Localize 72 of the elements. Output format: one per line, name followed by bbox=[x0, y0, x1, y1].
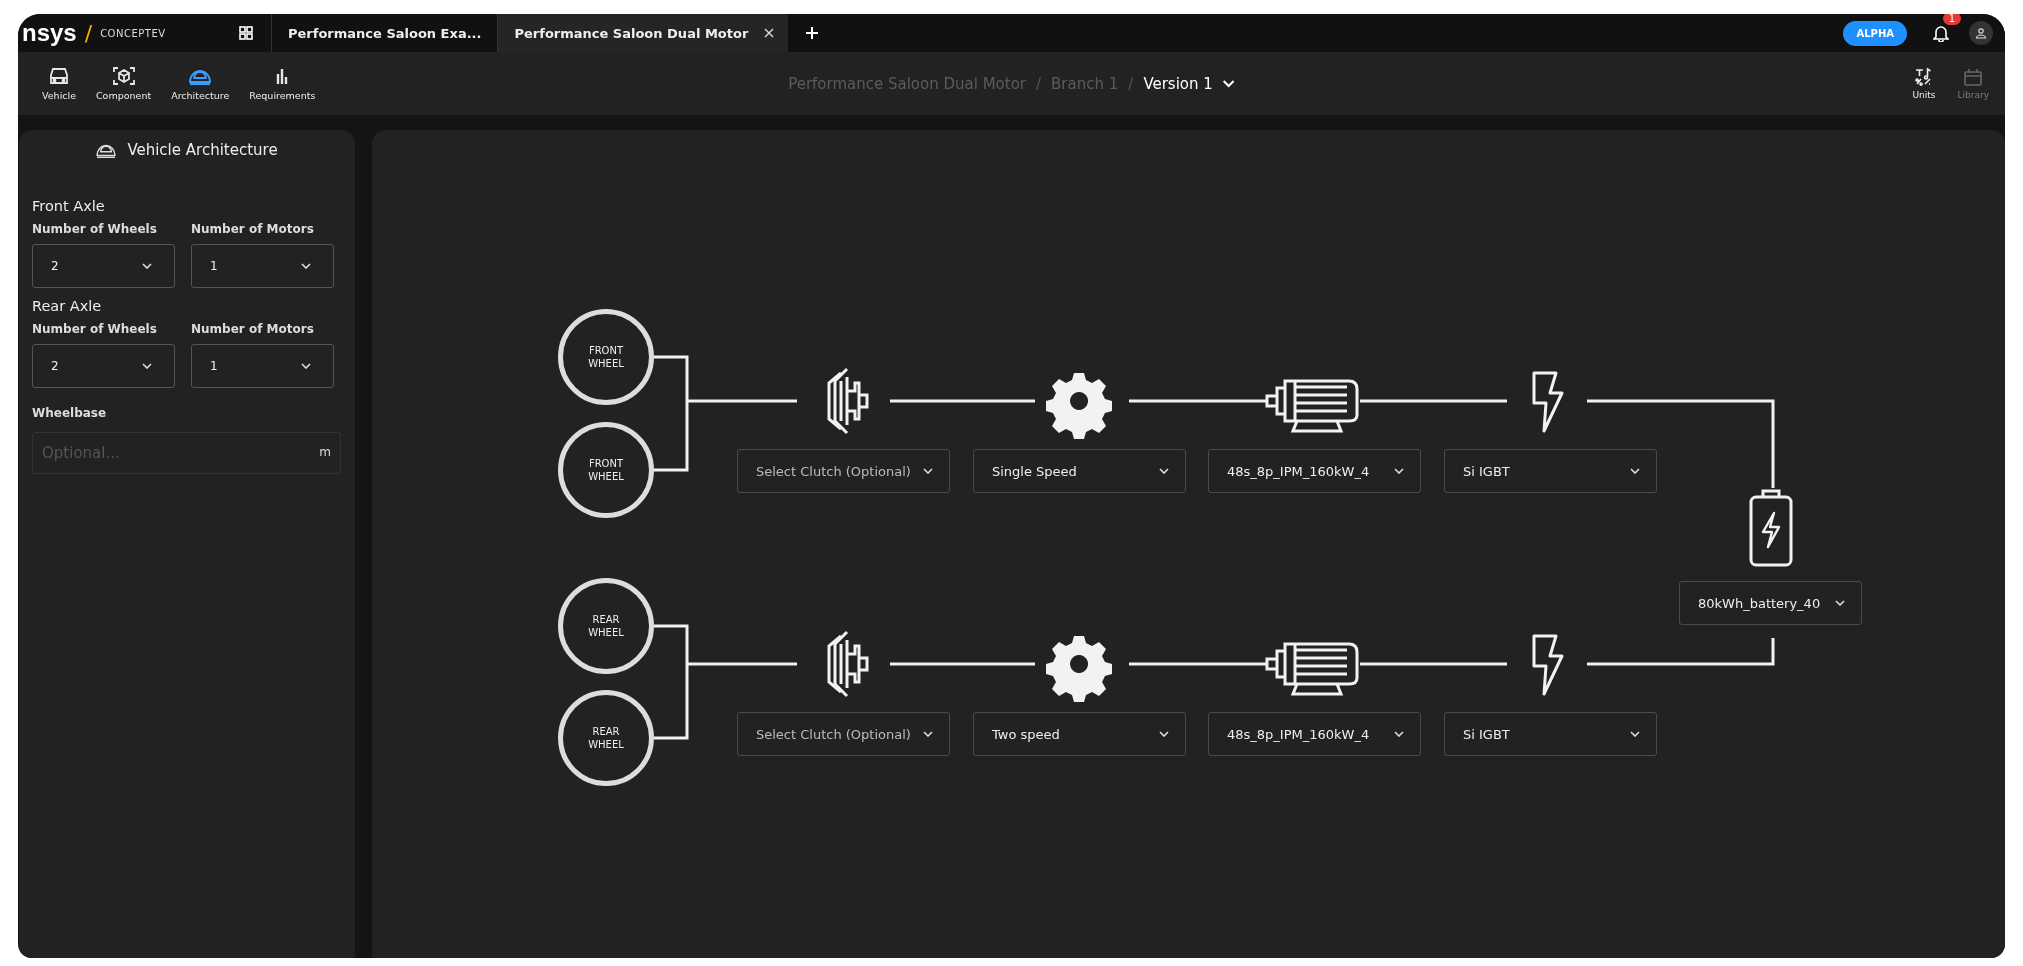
gear-icon bbox=[1046, 636, 1112, 702]
component-dropdown[interactable]: Two speed bbox=[973, 712, 1186, 756]
chevron-down-icon bbox=[923, 468, 933, 474]
bell-icon[interactable] bbox=[1933, 24, 1949, 42]
chevron-down-icon bbox=[1159, 468, 1169, 474]
lightning-icon bbox=[1532, 371, 1564, 433]
chevron-down-icon bbox=[301, 263, 311, 269]
brand-logo: nsys bbox=[22, 19, 77, 47]
motor-icon bbox=[1265, 379, 1359, 433]
component-icon bbox=[111, 66, 136, 86]
plus-icon[interactable] bbox=[806, 27, 819, 39]
chevron-down-icon[interactable] bbox=[1222, 79, 1235, 88]
unit-label: m bbox=[319, 445, 331, 459]
chevron-down-icon bbox=[1394, 731, 1404, 737]
lightning-icon bbox=[1532, 634, 1564, 696]
select-field[interactable]: 2 bbox=[32, 244, 175, 288]
component-dropdown[interactable]: 48s_8p_IPM_160kW_4 bbox=[1208, 449, 1421, 493]
close-icon[interactable] bbox=[764, 28, 775, 38]
logo-slash: / bbox=[84, 20, 93, 46]
breadcrumb-item[interactable]: Version 1 bbox=[1143, 74, 1213, 93]
component-dropdown[interactable]: Si IGBT bbox=[1444, 712, 1657, 756]
user-avatar[interactable] bbox=[1969, 21, 1993, 45]
section-title: Front Axle bbox=[32, 198, 106, 214]
select-field[interactable]: 2 bbox=[32, 344, 175, 388]
clutch-icon bbox=[827, 367, 869, 435]
component-dropdown[interactable]: Si IGBT bbox=[1444, 449, 1657, 493]
chevron-down-icon bbox=[1835, 600, 1845, 606]
component-dropdown[interactable]: 48s_8p_IPM_160kW_4 bbox=[1208, 712, 1421, 756]
motor-icon bbox=[1265, 642, 1359, 696]
panel-title: Vehicle Architecture bbox=[127, 141, 278, 159]
field-label: Number of Motors bbox=[191, 322, 315, 336]
chevron-down-icon bbox=[142, 263, 152, 269]
grid-icon[interactable] bbox=[239, 26, 253, 40]
breadcrumb-separator: / bbox=[1036, 74, 1042, 93]
wheel-node[interactable]: FRONT WHEEL bbox=[558, 309, 654, 405]
wheel-node[interactable]: FRONT WHEEL bbox=[558, 422, 654, 518]
section-title: Rear Axle bbox=[32, 298, 103, 314]
battery-dropdown[interactable]: 80kWh_battery_40 bbox=[1679, 581, 1862, 625]
tool-button[interactable]: Units bbox=[1906, 67, 1942, 100]
component-dropdown[interactable]: Select Clutch (Optional) bbox=[737, 449, 950, 493]
calendar-icon bbox=[1963, 67, 1984, 87]
units-icon bbox=[1914, 67, 1934, 87]
nav-button[interactable]: Vehicle bbox=[32, 66, 86, 101]
component-dropdown[interactable]: Select Clutch (Optional) bbox=[737, 712, 950, 756]
select-field[interactable]: 1 bbox=[191, 344, 334, 388]
chevron-down-icon bbox=[1159, 731, 1169, 737]
component-dropdown[interactable]: Single Speed bbox=[973, 449, 1186, 493]
wheel-node[interactable]: REAR WHEEL bbox=[558, 578, 654, 674]
chevron-down-icon bbox=[142, 363, 152, 369]
nav-button[interactable]: Component bbox=[86, 66, 162, 101]
clutch-icon bbox=[827, 630, 869, 698]
document-tab[interactable]: Performance Saloon Dual Motor bbox=[497, 14, 789, 52]
nav-button[interactable]: Requirements bbox=[239, 66, 326, 101]
chevron-down-icon bbox=[1630, 468, 1640, 474]
field-label: Wheelbase bbox=[32, 406, 108, 420]
battery-icon bbox=[1749, 489, 1793, 567]
alpha-badge: ALPHA bbox=[1843, 20, 1907, 46]
field-label: Number of Wheels bbox=[32, 222, 158, 236]
select-field[interactable]: 1 bbox=[191, 244, 334, 288]
gear-icon bbox=[1046, 373, 1112, 439]
breadcrumb-separator: / bbox=[1128, 74, 1134, 93]
field-label: Number of Wheels bbox=[32, 322, 158, 336]
notification-badge: 1 bbox=[1942, 14, 1961, 25]
field-label: Number of Motors bbox=[191, 222, 315, 236]
chevron-down-icon bbox=[1394, 468, 1404, 474]
chevron-down-icon bbox=[923, 731, 933, 737]
chevron-down-icon bbox=[301, 363, 311, 369]
wheel-node[interactable]: REAR WHEEL bbox=[558, 690, 654, 786]
chevron-down-icon bbox=[1630, 731, 1640, 737]
product-name: CONCEPTEV bbox=[100, 27, 166, 39]
nav-button[interactable]: Architecture bbox=[161, 66, 240, 101]
vehicle-icon bbox=[47, 66, 71, 86]
